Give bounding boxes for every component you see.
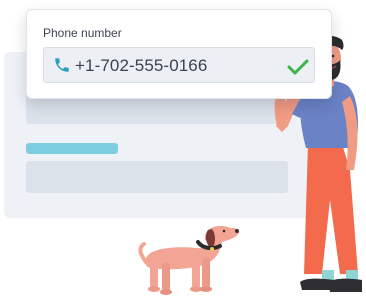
phone-icon [55,58,69,72]
check-icon [287,59,309,75]
phone-number-label: Phone number [43,26,122,40]
phone-number-card: Phone number +1-702-555-0166 [26,9,332,99]
phone-number-value: +1-702-555-0166 [75,56,208,75]
phone-number-input[interactable]: +1-702-555-0166 [43,47,315,83]
